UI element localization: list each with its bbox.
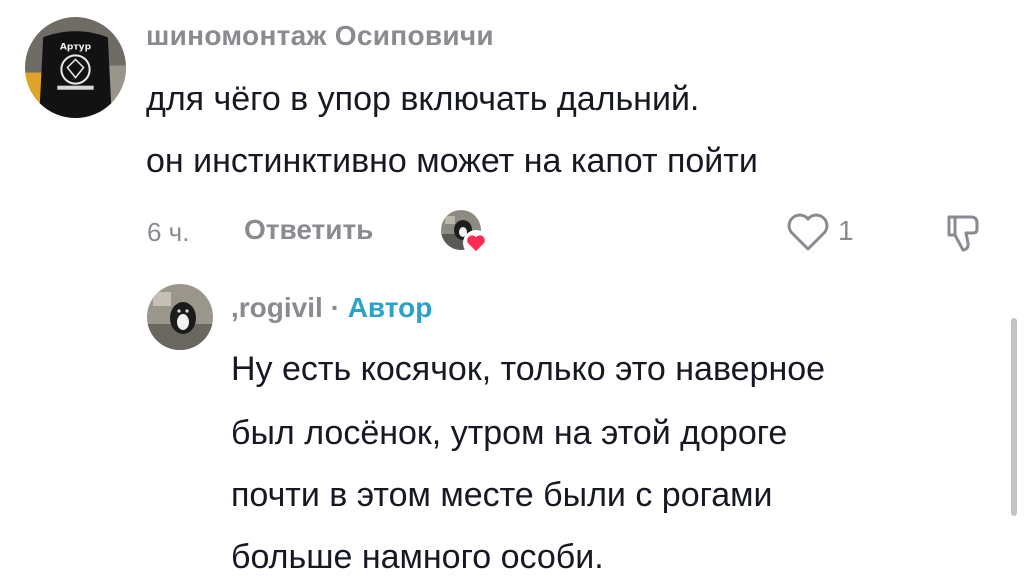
commenter-username[interactable]: шиномонтаж Осиповичи <box>146 20 494 52</box>
svg-text:Артур: Артур <box>60 42 92 52</box>
commenter-avatar[interactable]: Артур <box>25 17 126 118</box>
thumbs-down-icon[interactable] <box>939 211 985 255</box>
comment-text-line: он инстинктивно может на капот пойти <box>146 142 758 180</box>
author-badge: Автор <box>347 292 433 323</box>
heart-outline-icon[interactable] <box>786 211 830 253</box>
scrollbar[interactable] <box>1011 318 1017 516</box>
comment-timestamp: 6 ч. <box>147 217 190 247</box>
author-username[interactable]: ,rogivil <box>231 292 323 323</box>
author-avatar-image <box>147 284 213 350</box>
reply-text-line: больше намного особи. <box>231 538 604 576</box>
author-avatar[interactable] <box>147 284 213 350</box>
reply-header: ,rogivil · Автор <box>231 292 432 324</box>
commenter-avatar-image: Артур <box>25 17 126 118</box>
reply-button[interactable]: Ответить <box>244 214 373 246</box>
reply-text-line: почти в этом месте были с рогами <box>231 476 773 514</box>
header-separator: · <box>330 292 340 323</box>
like-count: 1 <box>838 215 854 246</box>
liked-by-creator-heart-icon <box>463 230 489 256</box>
liked-by-creator <box>441 210 489 256</box>
reply-text-line: Ну есть косячок, только это наверное <box>231 350 826 388</box>
comment-text-line: для чёго в упор включать дальний. <box>146 80 700 118</box>
comments-screen: Артур шиномонтаж Осиповичи для чёго в уп… <box>0 0 1024 584</box>
reply-text-line: был лосёнок, утром на этой дороге <box>231 414 788 452</box>
